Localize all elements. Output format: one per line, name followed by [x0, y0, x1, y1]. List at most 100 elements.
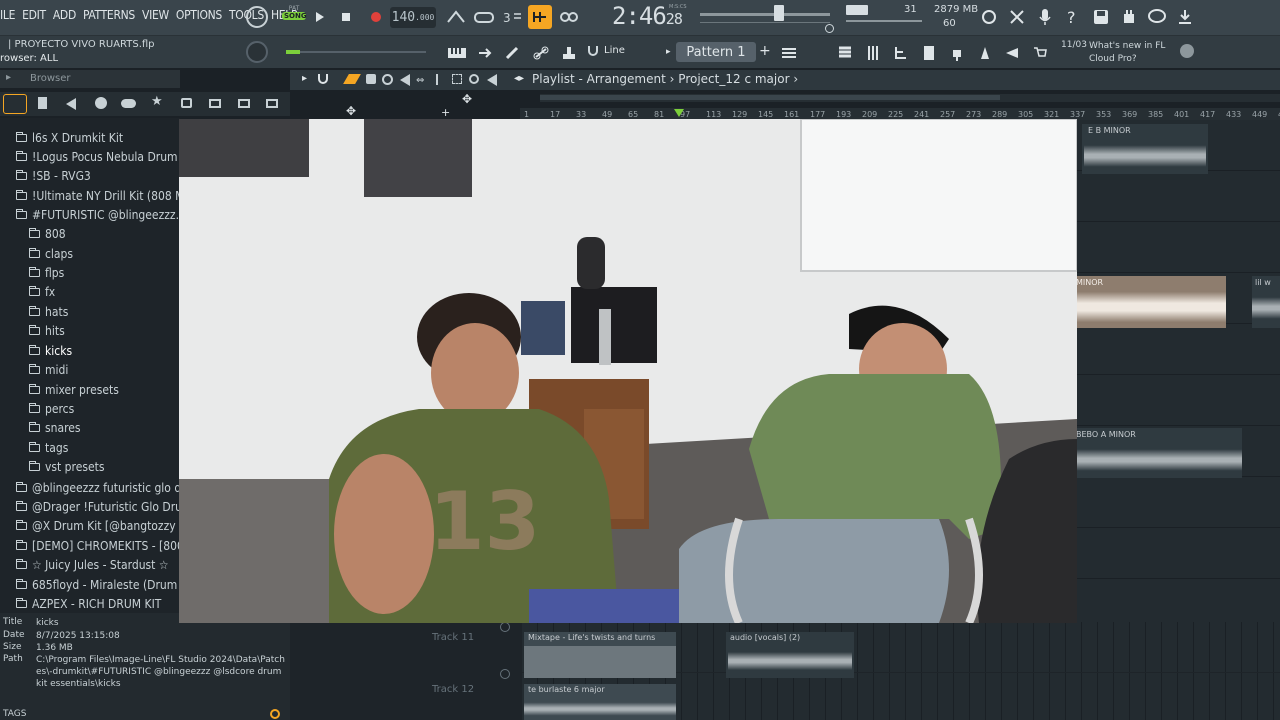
channel-rack-button[interactable]: [834, 42, 856, 64]
playhead-marker[interactable]: [674, 109, 684, 117]
clip-e-b-minor[interactable]: E B MINOR: [1082, 124, 1208, 174]
delete-tool-icon[interactable]: [382, 74, 393, 85]
playlist-arrow-icon[interactable]: ◂▸: [514, 73, 524, 84]
clip-mixtape[interactable]: Mixtape - Life's twists and turns: [524, 632, 676, 678]
help-button[interactable]: ?: [1062, 6, 1084, 28]
browser-item[interactable]: !Logus Pocus Nebula Drum Kit: [16, 147, 180, 166]
snap-magnet-icon[interactable]: [588, 46, 598, 56]
clip-te-burlaste[interactable]: te burlaste 6 major: [524, 684, 676, 720]
browser-item[interactable]: fx: [29, 282, 55, 301]
menu-file[interactable]: ILE: [0, 8, 15, 22]
pan-handle-icon[interactable]: ✥: [346, 104, 356, 118]
browser-item[interactable]: @X Drum Kit [@bangtozzy & @: [16, 516, 180, 535]
save-button[interactable]: [1090, 6, 1112, 28]
project-button[interactable]: [918, 42, 940, 64]
shop-button[interactable]: [1030, 42, 1050, 64]
step-edit-button[interactable]: [528, 5, 552, 29]
folder-tool-icon[interactable]: [209, 99, 221, 108]
pat-song-toggle[interactable]: PAT SONG: [282, 5, 307, 29]
paint-tool-icon[interactable]: [366, 74, 376, 84]
plugin-picker-button[interactable]: [946, 42, 968, 64]
news-icon[interactable]: [1180, 44, 1194, 58]
mix-slider[interactable]: [286, 51, 426, 53]
download-button[interactable]: [1174, 6, 1196, 28]
video-button[interactable]: [1002, 42, 1024, 64]
browser-button[interactable]: [890, 42, 912, 64]
browser-filter[interactable]: rowser: ALL: [0, 53, 58, 64]
browser-item[interactable]: 685floyd - Miraleste (Drum Kit): [16, 575, 180, 594]
cloud-icon[interactable]: [121, 99, 136, 108]
master-pitch-slider[interactable]: [700, 13, 830, 16]
blend-notes-button[interactable]: [558, 6, 580, 28]
track-12-name[interactable]: Track 12: [432, 684, 474, 695]
playlist-menu-icon[interactable]: ▸: [302, 73, 307, 84]
menu-add[interactable]: ADD: [53, 8, 76, 22]
master-knob[interactable]: [246, 41, 268, 63]
add-track-icon[interactable]: +: [441, 106, 450, 119]
zoom-tool-icon[interactable]: [469, 74, 479, 84]
track-12-mute-icon[interactable]: [500, 669, 510, 679]
file-icon[interactable]: [38, 97, 47, 109]
arrow-button[interactable]: [474, 42, 496, 64]
clip-bebo-a-minor[interactable]: BEBO A MINOR: [1076, 428, 1242, 478]
link-button[interactable]: [530, 42, 552, 64]
master-volume-knob[interactable]: [246, 6, 268, 28]
slice-tool-icon[interactable]: [436, 74, 444, 85]
browser-item[interactable]: ☆ Juicy Jules - Stardust ☆: [16, 555, 169, 574]
play-button[interactable]: [312, 6, 328, 28]
pencil-button[interactable]: [502, 42, 524, 64]
tempo-display[interactable]: 140.000: [390, 7, 436, 28]
browser-item[interactable]: snares: [29, 418, 81, 437]
globe-icon[interactable]: [95, 97, 107, 109]
snap-tool-icon[interactable]: [318, 74, 328, 84]
clip-audio-vocals[interactable]: audio [vocals] (2): [726, 632, 854, 678]
clip-minor[interactable]: MINOR: [1076, 276, 1226, 328]
mixer-button[interactable]: [862, 42, 884, 64]
browser-item[interactable]: midi: [29, 360, 68, 379]
record-button[interactable]: [367, 6, 385, 28]
tools-button[interactable]: [1006, 6, 1028, 28]
browser-item[interactable]: flps: [29, 263, 64, 282]
menu-patterns[interactable]: PATTERNS: [83, 8, 135, 22]
volume-knob-small[interactable]: [825, 24, 834, 33]
piano-roll-button[interactable]: [446, 42, 468, 64]
browser-item[interactable]: @Drager !Futuristic Glo Drum: [16, 497, 180, 516]
select-tool-icon[interactable]: [452, 74, 462, 84]
zoom-handle-icon[interactable]: ✥: [462, 92, 472, 106]
playlist-tracks[interactable]: E B MINOR MINOR lil w BEBO A MINOR: [1076, 120, 1280, 625]
track-11-name[interactable]: Track 11: [432, 632, 474, 643]
add-pattern-button[interactable]: +: [759, 43, 771, 59]
browser-item[interactable]: tags: [29, 438, 68, 457]
touch-button[interactable]: [974, 42, 996, 64]
folder-more-icon[interactable]: [266, 99, 278, 108]
browser-item[interactable]: hats: [29, 302, 68, 321]
chat-button[interactable]: [1146, 6, 1168, 28]
browser-item[interactable]: !Ultimate NY Drill Kit (808 Mafia): [16, 186, 180, 205]
plugin-button[interactable]: [1118, 6, 1140, 28]
stop-button[interactable]: [338, 6, 354, 28]
master-pitch-handle[interactable]: [774, 5, 784, 21]
browser-item[interactable]: !SB - RVG3: [16, 166, 91, 185]
playlist-view-button[interactable]: [778, 42, 800, 64]
menu-options[interactable]: OPTIONS: [176, 8, 222, 22]
tags-search-icon[interactable]: [270, 709, 280, 719]
browser-item[interactable]: 808: [29, 224, 66, 243]
browser-item[interactable]: percs: [29, 399, 74, 418]
news-text[interactable]: What's new in FL Cloud Pro?: [1089, 40, 1179, 66]
tags-label[interactable]: TAGS: [3, 709, 26, 719]
snap-select[interactable]: Line: [604, 45, 625, 56]
browser-collapse-button[interactable]: [3, 94, 27, 114]
mute-tool-icon[interactable]: [400, 74, 410, 86]
wait-input-button[interactable]: [473, 6, 495, 28]
refresh-button[interactable]: [978, 6, 1000, 28]
browser-item[interactable]: @blingeezzz futuristic glo drum: [16, 478, 180, 497]
folder-open-icon[interactable]: [238, 99, 250, 108]
browser-item[interactable]: claps: [29, 244, 73, 263]
menu-view[interactable]: VIEW: [142, 8, 169, 22]
browser-menu-icon[interactable]: ▸: [6, 72, 11, 83]
speaker-icon[interactable]: [66, 98, 76, 110]
playback-tool-icon[interactable]: [487, 74, 497, 86]
horizontal-scrollbar[interactable]: [540, 95, 1000, 100]
browser-item[interactable]: kicks: [29, 341, 72, 360]
slip-tool-icon[interactable]: ⇔: [416, 75, 424, 86]
